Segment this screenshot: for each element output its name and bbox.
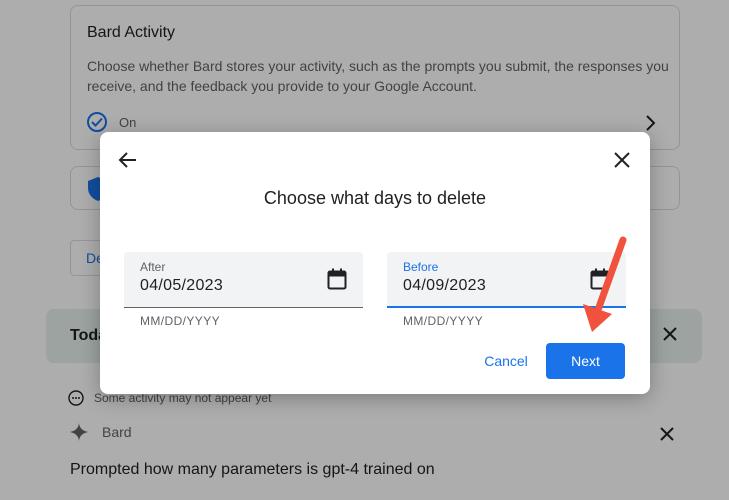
calendar-icon[interactable] [327, 268, 347, 290]
before-date-label: Before [403, 260, 439, 274]
after-date-field[interactable]: After 04/05/2023 [124, 252, 363, 308]
annotation-arrow-icon [583, 236, 627, 332]
after-date-value[interactable]: 04/05/2023 [140, 277, 223, 295]
dialog-title: Choose what days to delete [263, 188, 487, 208]
delete-days-dialog: Choose what days to delete After 04/05/2… [100, 132, 650, 394]
after-date-hint: MM/DD/YYYY [140, 314, 221, 328]
next-button[interactable]: Next [546, 343, 625, 379]
before-date-hint: MM/DD/YYYY [403, 314, 484, 328]
arrow-left-icon[interactable] [116, 148, 140, 172]
close-icon[interactable] [610, 148, 634, 172]
before-date-value[interactable]: 04/09/2023 [403, 277, 486, 295]
after-date-label: After [140, 260, 166, 274]
cancel-button[interactable]: Cancel [472, 343, 540, 379]
